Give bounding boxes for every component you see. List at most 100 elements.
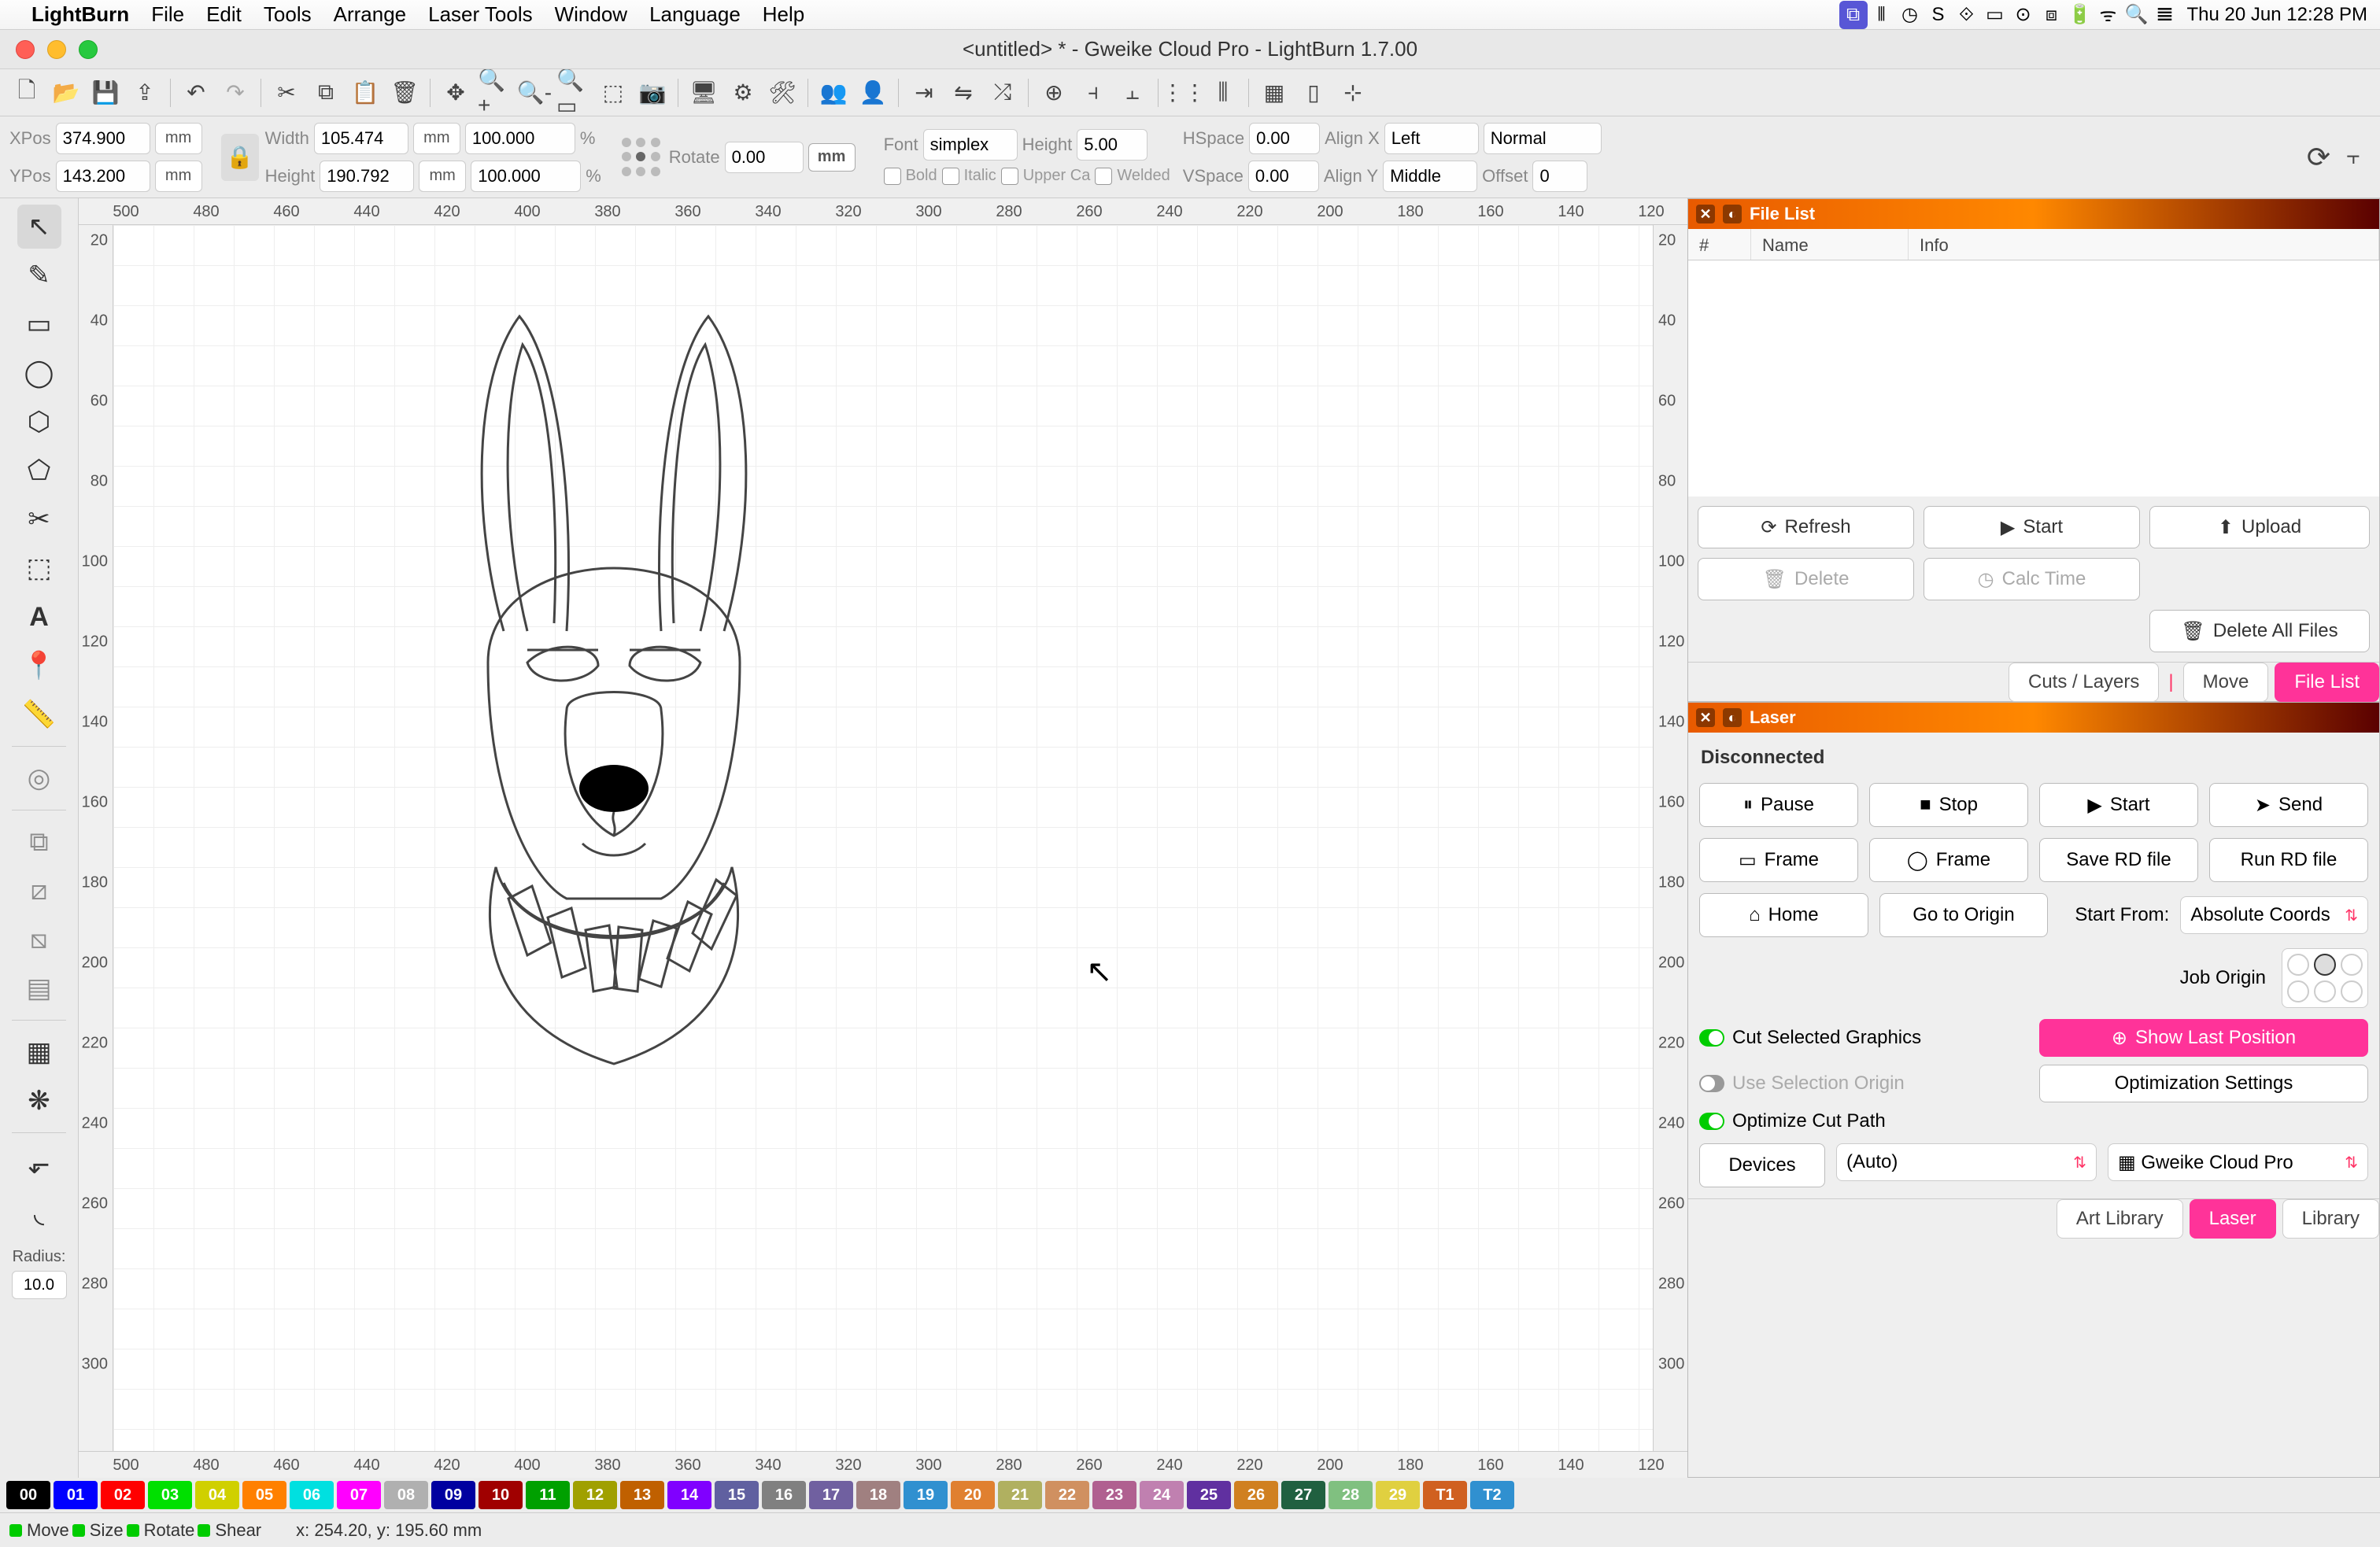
group-button[interactable]: ▦ — [1257, 76, 1292, 110]
font-select[interactable] — [923, 129, 1018, 161]
app-name[interactable]: LightBurn — [31, 2, 129, 27]
align-button[interactable]: ⇥ — [907, 76, 941, 110]
menu-language[interactable]: Language — [649, 2, 741, 27]
tab-laser[interactable]: Laser — [2190, 1199, 2276, 1239]
normal-select[interactable] — [1484, 123, 1602, 154]
weld-tool[interactable]: ◟ — [17, 1191, 61, 1235]
swatch-23[interactable]: 23 — [1092, 1481, 1136, 1509]
tray-audio-icon[interactable]: ⫴ — [1868, 4, 1896, 26]
select-tool[interactable]: ↖ — [17, 205, 61, 249]
swatch-25[interactable]: 25 — [1187, 1481, 1231, 1509]
laser-header[interactable]: ✕ ◐ Laser — [1688, 703, 2379, 733]
go-to-origin-button[interactable]: Go to Origin — [1879, 893, 2049, 937]
swatch-29[interactable]: 29 — [1376, 1481, 1420, 1509]
vspace-input[interactable] — [1248, 161, 1319, 192]
delete-file-button[interactable]: 🗑Delete — [1698, 558, 1914, 600]
frame-rect-button[interactable]: ▭Frame — [1699, 838, 1858, 882]
swatch-05[interactable]: 05 — [242, 1481, 286, 1509]
frame-circle-button[interactable]: ◯Frame — [1869, 838, 2028, 882]
menu-laser-tools[interactable]: Laser Tools — [428, 2, 533, 27]
ungroup-button[interactable]: ▯ — [1296, 76, 1331, 110]
upload-button[interactable]: ⬆Upload — [2149, 506, 2370, 548]
new-file-button[interactable]: 🗋 — [9, 76, 44, 110]
swatch-T1[interactable]: T1 — [1423, 1481, 1467, 1509]
boolean-intersect-tool[interactable]: ⧅ — [17, 917, 61, 962]
open-file-button[interactable]: 📂 — [49, 76, 83, 110]
menu-file[interactable]: File — [151, 2, 184, 27]
circle-tool[interactable]: ◎ — [17, 756, 61, 800]
col-info[interactable]: Info — [1909, 229, 2379, 260]
measure-tool[interactable]: 📏 — [17, 692, 61, 737]
close-panel-icon[interactable]: ✕ — [1696, 205, 1715, 223]
save-rd-button[interactable]: Save RD file — [2039, 838, 2198, 882]
tray-layers-icon[interactable]: ⟐ — [1953, 4, 1981, 26]
align-left-button[interactable]: ⫞ — [1076, 76, 1111, 110]
italic-checkbox[interactable]: Italic — [942, 167, 996, 185]
tab-cuts-layers[interactable]: Cuts / Layers — [2009, 663, 2159, 702]
menu-arrange[interactable]: Arrange — [334, 2, 407, 27]
devices-button[interactable]: Devices — [1699, 1143, 1825, 1187]
boolean-union-tool[interactable]: ⧉ — [17, 820, 61, 864]
tray-play-icon[interactable]: ⊙ — [2009, 3, 2038, 26]
swatch-12[interactable]: 12 — [573, 1481, 617, 1509]
ypos-unit[interactable]: mm — [155, 161, 202, 192]
grid-array-tool[interactable]: ▦ — [17, 1030, 61, 1074]
center-button[interactable]: ⊕ — [1037, 76, 1071, 110]
offset-input[interactable] — [1532, 161, 1587, 192]
width-input[interactable] — [314, 123, 408, 154]
menu-help[interactable]: Help — [763, 2, 804, 27]
uppercase-checkbox[interactable]: Upper Ca — [1001, 167, 1091, 185]
start-button[interactable]: ▶Start — [1924, 506, 2140, 548]
swatch-22[interactable]: 22 — [1045, 1481, 1089, 1509]
tray-clock-icon[interactable]: ◷ — [1896, 3, 1924, 26]
lock-aspect-button[interactable]: 🔒 — [221, 134, 259, 181]
swatch-19[interactable]: 19 — [904, 1481, 948, 1509]
edit-nodes-tool[interactable]: ✂ — [17, 497, 61, 541]
swatch-24[interactable]: 24 — [1140, 1481, 1184, 1509]
mirror-v-button[interactable]: ⤮ — [985, 76, 1020, 110]
swatch-03[interactable]: 03 — [148, 1481, 192, 1509]
show-last-position-button[interactable]: ⊕Show Last Position — [2039, 1019, 2368, 1057]
copy-button[interactable]: ⧉ — [309, 76, 343, 110]
close-window-button[interactable] — [16, 40, 35, 59]
tab-library[interactable]: Library — [2282, 1199, 2379, 1239]
run-rd-button[interactable]: Run RD file — [2209, 838, 2368, 882]
swatch-17[interactable]: 17 — [809, 1481, 853, 1509]
radial-array-tool[interactable]: ❋ — [17, 1079, 61, 1123]
job-origin-grid[interactable] — [2282, 948, 2368, 1008]
swatch-09[interactable]: 09 — [431, 1481, 475, 1509]
device-settings-button[interactable]: 🛠 — [765, 76, 800, 110]
swatch-04[interactable]: 04 — [195, 1481, 239, 1509]
undo-button[interactable]: ↶ — [179, 76, 213, 110]
height-input[interactable] — [320, 161, 414, 192]
distribute-v-button[interactable]: ⫼ — [1206, 76, 1240, 110]
bold-checkbox[interactable]: Bold — [884, 167, 937, 185]
height-unit[interactable]: mm — [419, 161, 466, 192]
col-name[interactable]: Name — [1751, 229, 1909, 260]
swatch-06[interactable]: 06 — [290, 1481, 334, 1509]
port-select[interactable]: (Auto)⇅ — [1836, 1143, 2097, 1181]
ypos-input[interactable] — [56, 161, 150, 192]
monitor-button[interactable]: 🖥 — [686, 76, 721, 110]
zoom-in-button[interactable]: 🔍+ — [478, 76, 512, 110]
tray-date-icon[interactable]: ⧈ — [2038, 4, 2066, 26]
snap-button[interactable]: ⊹ — [1336, 76, 1370, 110]
tab-art-library[interactable]: Art Library — [2057, 1199, 2183, 1239]
tray-battery-icon[interactable]: 🔋 — [2066, 3, 2094, 26]
distribute-h-button[interactable]: ⋮⋮ — [1166, 76, 1201, 110]
swatch-11[interactable]: 11 — [526, 1481, 570, 1509]
swatch-26[interactable]: 26 — [1234, 1481, 1278, 1509]
swatch-07[interactable]: 07 — [337, 1481, 381, 1509]
marker-tool[interactable]: 📍 — [17, 644, 61, 688]
swatch-16[interactable]: 16 — [762, 1481, 806, 1509]
mirror-h-button[interactable]: ⇋ — [946, 76, 981, 110]
canvas[interactable]: 5004804604404204003803603403203002802602… — [79, 198, 1687, 1478]
rectangle-tool[interactable]: ▭ — [17, 302, 61, 346]
pan-button[interactable]: ✥ — [438, 76, 473, 110]
rotate-input[interactable] — [725, 142, 804, 173]
tray-s-icon[interactable]: S — [1924, 4, 1953, 26]
col-num[interactable]: # — [1688, 229, 1751, 260]
font-height-input[interactable] — [1077, 129, 1148, 161]
swatch-27[interactable]: 27 — [1281, 1481, 1325, 1509]
radius-input[interactable] — [12, 1271, 67, 1299]
